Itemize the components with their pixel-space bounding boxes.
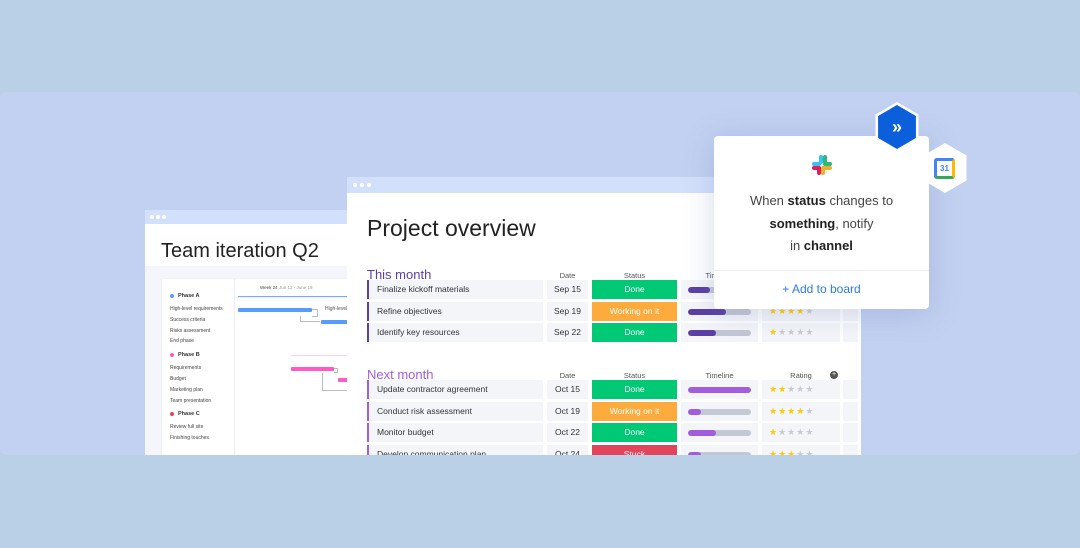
star-icon[interactable]: ★ [769,327,778,337]
star-icon[interactable]: ★ [796,449,805,456]
gantt-item[interactable]: Requirements [170,365,201,371]
team-iteration-title: Team iteration Q2 [161,240,319,262]
rating-stars[interactable]: ★★★★★ [762,423,840,442]
gantt-item[interactable]: Marketing plan [170,387,203,393]
timeline-bar[interactable] [681,401,758,421]
phase-label: Phase B [178,352,200,359]
divider [714,270,929,271]
star-icon[interactable]: ★ [796,406,805,416]
star-icon[interactable]: ★ [778,427,787,437]
star-icon[interactable]: ★ [787,427,796,437]
timeline-bar[interactable] [681,444,758,455]
star-icon[interactable]: ★ [778,449,787,456]
date-cell[interactable]: Oct 24 [547,444,588,455]
rating-stars[interactable]: ★★★★★ [762,380,840,399]
gantt-bar[interactable] [291,367,334,371]
gantt-item[interactable]: End phase [170,338,194,344]
star-icon[interactable]: ★ [787,327,796,337]
timeline-bar[interactable] [681,323,758,342]
task-name[interactable]: Update contractor agreement [367,380,543,399]
phase-dot-icon [170,412,174,417]
status-badge[interactable]: Done [592,323,677,342]
gantt-chart: Week 24 Jun 12 - June 18 High-level Phas… [161,278,360,455]
star-icon[interactable]: ★ [778,384,787,394]
star-icon[interactable]: ★ [787,406,796,416]
gantt-item[interactable]: Budget [170,376,186,382]
add-column-icon[interactable]: + [830,371,838,379]
date-cell[interactable]: Sep 22 [547,323,588,342]
phase-label: Phase A [178,293,200,299]
week-label: Week 24 [260,285,278,290]
task-name[interactable]: Identify key resources [367,323,543,342]
automation-recipe: When status changes to something, notify… [749,193,894,253]
row-extra [843,444,858,455]
date-cell[interactable]: Oct 22 [547,423,588,442]
page-title: Project overview [367,215,536,241]
team-iteration-window: Team iteration Q2 Week 24 Jun 12 - June … [145,210,360,455]
row-extra [843,323,858,342]
row-extra [843,423,858,442]
add-to-board-button[interactable]: + Add to board [714,282,929,296]
gantt-item[interactable]: Review full site [170,424,203,430]
status-badge[interactable]: Working on it [592,401,677,421]
task-name[interactable]: Develop communication plan [367,444,543,455]
rating-stars[interactable]: ★★★★★ [762,323,840,342]
phase-label: Phase C [178,411,200,418]
task-name[interactable]: Conduct risk assessment [367,401,543,421]
status-badge[interactable]: Working on it [592,301,677,321]
row-extra [843,401,858,421]
star-icon[interactable]: ★ [769,406,778,416]
column-header-date: Date [559,371,576,380]
gantt-bar-label: High-level [325,306,348,312]
status-badge[interactable]: Stuck [592,444,677,455]
star-icon[interactable]: ★ [805,384,814,394]
star-icon[interactable]: ★ [769,449,778,456]
star-icon[interactable]: ★ [778,406,787,416]
timeline-bar[interactable] [681,423,758,442]
column-header-status: Status [623,271,646,280]
task-name[interactable]: Monitor budget [367,423,543,442]
star-icon[interactable]: ★ [805,406,814,416]
star-icon[interactable]: ★ [769,384,778,394]
task-name[interactable]: Finalize kickoff materials [367,280,543,299]
column-header-timeline: Timeline [705,371,734,380]
week-range: Jun 12 - June 18 [278,285,313,290]
phase-dot-icon [170,353,174,358]
window-titlebar [145,210,360,224]
gantt-item[interactable]: Success criteria [170,317,205,323]
star-icon[interactable]: ★ [769,427,778,437]
star-icon[interactable]: ★ [796,384,805,394]
star-icon[interactable]: ★ [787,449,796,456]
rating-stars[interactable]: ★★★★★ [762,401,840,421]
rating-stars[interactable]: ★★★★★ [762,444,840,456]
date-cell[interactable]: Oct 15 [547,380,588,399]
date-cell[interactable]: Sep 15 [547,280,588,299]
task-name[interactable]: Refine objectives [367,301,543,321]
status-badge[interactable]: Done [592,380,677,399]
status-badge[interactable]: Done [592,280,677,299]
date-cell[interactable]: Oct 19 [547,401,588,421]
star-icon[interactable]: ★ [796,427,805,437]
star-icon[interactable]: ★ [778,327,787,337]
gantt-item[interactable]: Risks assessment [170,328,210,334]
star-icon[interactable]: ★ [787,384,796,394]
column-header-rating: Rating [790,371,812,380]
gantt-item[interactable]: Team presentation [170,398,211,404]
slack-icon [812,155,832,175]
star-icon[interactable]: ★ [805,327,814,337]
timeline-bar[interactable] [681,380,758,399]
phase-dot-icon [170,294,174,298]
gantt-item[interactable]: High-level requirements [170,306,223,312]
date-cell[interactable]: Sep 19 [547,301,588,321]
gantt-item[interactable]: Finishing touches [170,435,209,441]
status-badge[interactable]: Done [592,423,677,442]
star-icon[interactable]: ★ [796,327,805,337]
column-header-status: Status [623,371,646,380]
column-header-date: Date [559,271,576,280]
integration-popup: When status changes to something, notify… [714,136,929,309]
gantt-bar[interactable] [238,308,312,312]
row-extra [843,380,858,399]
star-icon[interactable]: ★ [805,427,814,437]
star-icon[interactable]: ★ [805,449,814,456]
